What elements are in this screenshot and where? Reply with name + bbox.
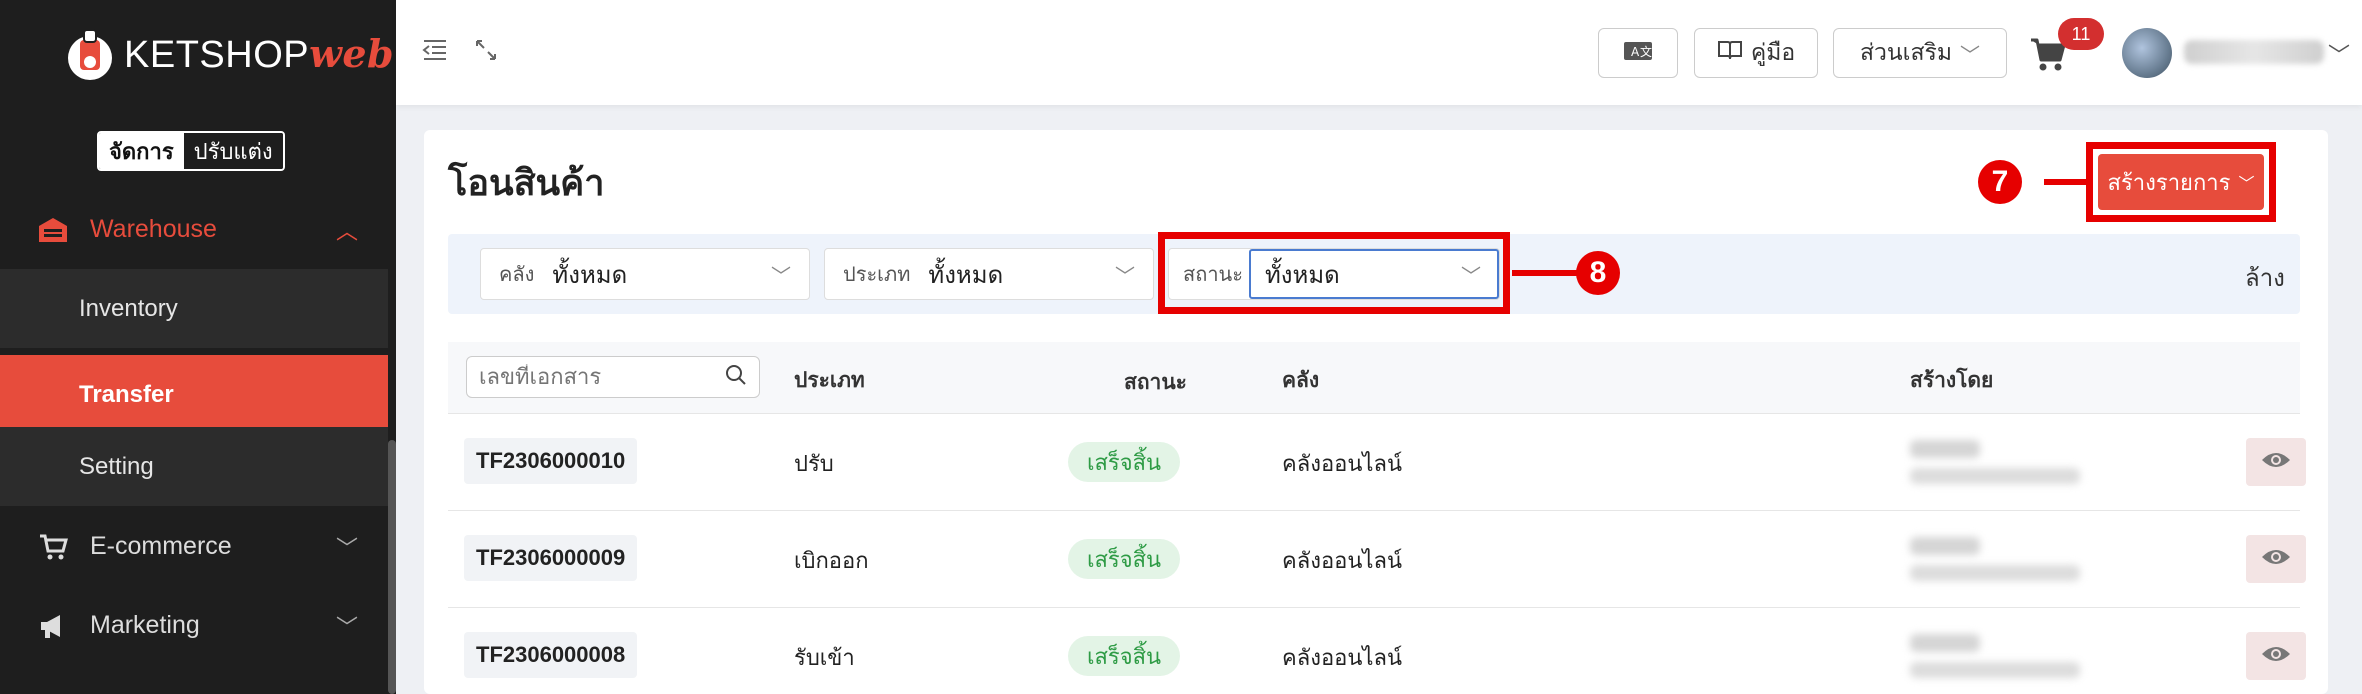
view-button[interactable] — [2246, 535, 2306, 583]
status-badge: เสร็จสิ้น — [1068, 442, 1180, 482]
extras-dropdown[interactable]: ส่วนเสริม ﹀ — [1833, 28, 2007, 78]
chevron-down-icon: ﹀ — [1960, 44, 1981, 67]
extras-label: ส่วนเสริม — [1859, 39, 1953, 65]
table-row: TF2306000009 เบิกออก เสร็จสิ้น คลังออนไล… — [448, 511, 2306, 608]
sidebar-item-marketing[interactable]: Marketing ﹀ — [0, 586, 388, 665]
translate-icon: A文 — [1623, 40, 1653, 67]
doc-number[interactable]: TF2306000009 — [464, 535, 638, 581]
avatar[interactable] — [2122, 28, 2172, 78]
callout-line — [1512, 270, 1578, 276]
row-warehouse: คลังออนไลน์ — [1282, 548, 1402, 573]
creator-redacted — [1910, 440, 1980, 458]
row-type: รับเข้า — [794, 645, 855, 670]
mode-manage-tab[interactable]: จัดการ — [99, 133, 184, 169]
creator-redacted — [1910, 537, 1980, 555]
cart-icon — [36, 533, 70, 561]
highlight-box — [1158, 232, 1510, 314]
created-date-redacted — [1910, 662, 2080, 678]
filter-value: ทั้งหมด — [552, 261, 628, 289]
create-button-label: สร้างรายการ — [2107, 169, 2231, 195]
created-date-redacted — [1910, 565, 2080, 581]
chevron-down-icon: ﹀ — [335, 535, 358, 561]
warehouse-filter[interactable]: คลัง ทั้งหมด ﹀ — [480, 248, 810, 300]
manual-button[interactable]: คู่มือ — [1694, 28, 1818, 78]
language-button[interactable]: A文 — [1598, 28, 1678, 78]
status-badge: เสร็จสิ้น — [1068, 636, 1180, 676]
view-button[interactable] — [2246, 438, 2306, 486]
chevron-down-icon: ﹀ — [2238, 176, 2255, 193]
eye-icon — [2261, 547, 2291, 572]
row-warehouse: คลังออนไลน์ — [1282, 645, 1402, 670]
sidebar-item-label: Marketing — [90, 611, 200, 639]
svg-text:A: A — [1631, 45, 1640, 59]
sidebar-item-warehouse[interactable]: Warehouse ︿ — [0, 190, 388, 269]
sidebar: KETSHOPweb จัดการ ปรับแต่ง Warehouse ︿ I… — [0, 0, 396, 694]
username-redacted — [2184, 40, 2324, 64]
sidebar-item-label: Warehouse — [90, 215, 217, 243]
chevron-down-icon[interactable]: ﹀ — [2328, 38, 2350, 70]
chevron-down-icon: ﹀ — [1115, 265, 1135, 288]
logo-icon — [66, 26, 114, 82]
mode-toggle[interactable]: จัดการ ปรับแต่ง — [97, 131, 285, 171]
callout-marker: 7 — [1978, 160, 2022, 204]
sidebar-item-inventory[interactable]: Inventory — [0, 269, 388, 348]
chevron-down-icon: ﹀ — [771, 265, 791, 288]
table-row: TF2306000010 ปรับ เสร็จสิ้น คลังออนไลน์ — [448, 414, 2306, 511]
type-filter[interactable]: ประเภท ทั้งหมด ﹀ — [824, 248, 1154, 300]
table-header: ประเภท สถานะ คลัง สร้างโดย — [448, 342, 2300, 414]
sidebar-item-ecommerce[interactable]: E-commerce ﹀ — [0, 507, 388, 586]
collapse-sidebar-icon[interactable] — [422, 38, 448, 69]
column-header-status: สถานะ — [1124, 371, 1187, 394]
column-header-created-by: สร้างโดย — [1910, 369, 1994, 392]
row-type: ปรับ — [794, 451, 834, 476]
book-icon — [1717, 39, 1743, 67]
created-date-redacted — [1910, 468, 2080, 484]
fullscreen-icon[interactable] — [474, 38, 498, 69]
row-warehouse: คลังออนไลน์ — [1282, 451, 1402, 476]
filter-value: ทั้งหมด — [928, 261, 1004, 289]
callout-marker: 8 — [1576, 251, 1620, 295]
svg-text:文: 文 — [1640, 44, 1652, 59]
logo[interactable]: KETSHOPweb — [66, 26, 394, 82]
main-card: โอนสินค้า 7 สร้างรายการ ﹀ คลัง ทั้งหมด ﹀… — [424, 130, 2328, 694]
filter-label: คลัง — [499, 264, 535, 286]
doc-number[interactable]: TF2306000008 — [464, 632, 638, 678]
manual-label: คู่มือ — [1750, 39, 1796, 65]
table-row: TF2306000008 รับเข้า เสร็จสิ้น คลังออนไล… — [448, 608, 2306, 694]
mode-customize-tab[interactable]: ปรับแต่ง — [183, 133, 283, 169]
sidebar-item-setting[interactable]: Setting — [0, 427, 388, 506]
search-icon[interactable] — [725, 364, 747, 391]
sidebar-scrollbar[interactable] — [388, 440, 396, 694]
create-button[interactable]: สร้างรายการ ﹀ — [2098, 154, 2264, 210]
chevron-up-icon: ︿ — [335, 218, 358, 244]
page-title: โอนสินค้า — [448, 162, 605, 203]
logo-text: KETSHOPweb — [124, 31, 395, 76]
clear-filters-link[interactable]: ล้าง — [2245, 258, 2285, 297]
doc-search-box[interactable] — [466, 356, 760, 398]
doc-number[interactable]: TF2306000010 — [464, 438, 638, 484]
megaphone-icon — [36, 612, 70, 640]
sidebar-item-label: E-commerce — [90, 532, 232, 560]
eye-icon — [2261, 644, 2291, 669]
row-type: เบิกออก — [794, 548, 869, 573]
doc-search-input[interactable] — [479, 364, 725, 390]
warehouse-icon — [36, 216, 70, 244]
chevron-down-icon: ﹀ — [335, 614, 358, 640]
sidebar-item-transfer[interactable]: Transfer — [0, 355, 388, 434]
eye-icon — [2261, 450, 2291, 475]
filter-label: ประเภท — [843, 264, 911, 286]
top-header: A文 คู่มือ ส่วนเสริม ﹀ 11 ﹀ — [396, 0, 2362, 105]
view-button[interactable] — [2246, 632, 2306, 680]
column-header-warehouse: คลัง — [1282, 369, 1320, 392]
status-badge: เสร็จสิ้น — [1068, 539, 1180, 579]
creator-redacted — [1910, 634, 1980, 652]
cart-count-badge: 11 — [2058, 18, 2104, 50]
callout-line — [2044, 179, 2088, 185]
column-header-type: ประเภท — [794, 369, 865, 392]
